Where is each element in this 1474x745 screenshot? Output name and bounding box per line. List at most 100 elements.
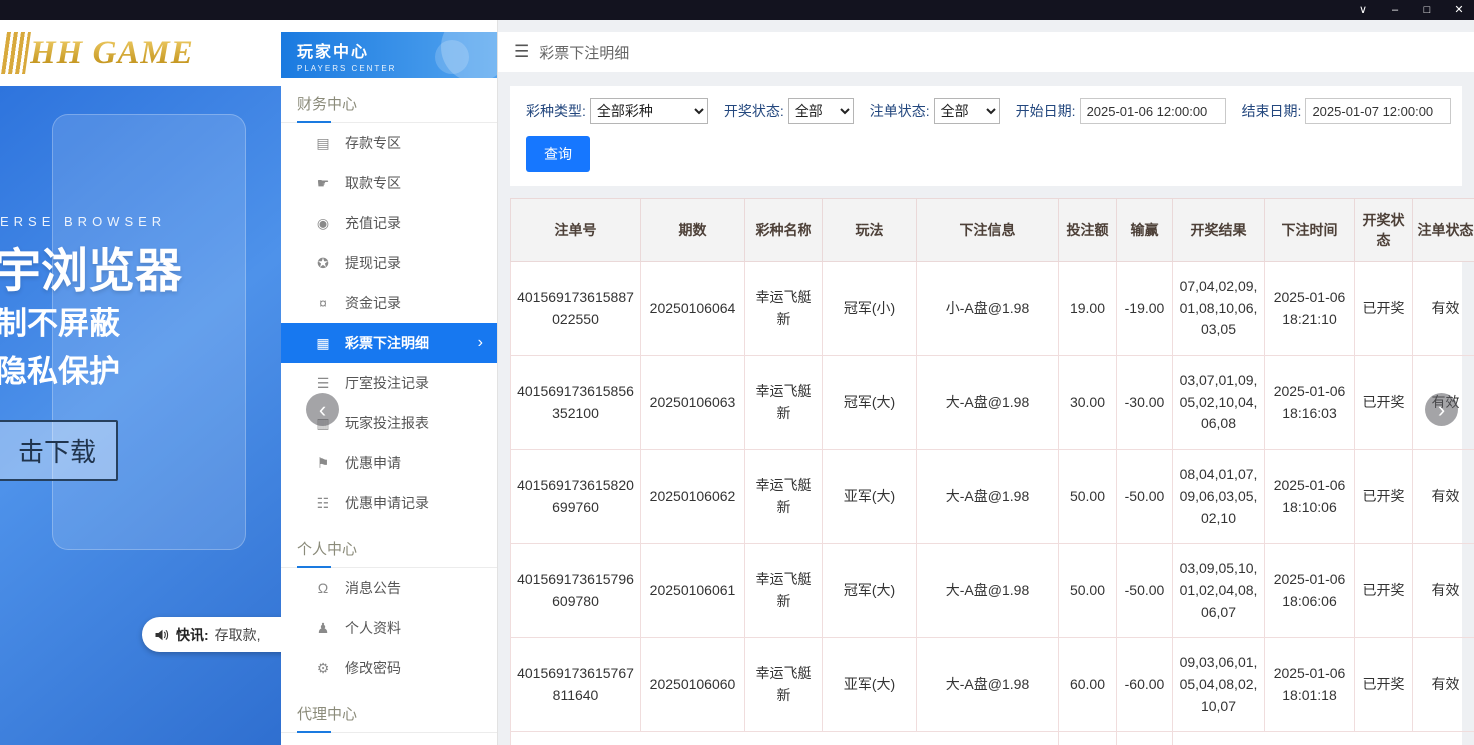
- table-cell: 大-A盘@1.98: [917, 356, 1059, 450]
- menu-icon[interactable]: ☰: [514, 42, 529, 62]
- column-header: 注单状态: [1413, 199, 1474, 262]
- start-date-label: 开始日期:: [1016, 101, 1076, 121]
- sidebar-section-title: 个人中心: [281, 523, 497, 568]
- funds-record-icon: ¤: [315, 295, 331, 311]
- sidebar-section-title: 代理中心: [281, 688, 497, 733]
- table-cell: 2025-01-06 18:10:06: [1265, 450, 1355, 544]
- column-header: 注单号: [511, 199, 641, 262]
- sidebar-item-充值记录[interactable]: ◉充值记录: [281, 203, 497, 243]
- table-cell: 小-A盘@1.98: [917, 262, 1059, 356]
- banner-line2: 隐私保护: [0, 346, 120, 391]
- main-header: ☰ 彩票下注明细: [498, 32, 1474, 72]
- table-cell: 2025-01-06 18:21:10: [1265, 262, 1355, 356]
- sidebar-item-修改密码[interactable]: ⚙修改密码: [281, 648, 497, 688]
- table-cell: 2025-01-06 18:16:03: [1265, 356, 1355, 450]
- column-header: 下注时间: [1265, 199, 1355, 262]
- minimize-button[interactable]: –: [1388, 5, 1402, 16]
- sidebar-item-消息公告[interactable]: Ω 消息公告: [281, 568, 497, 608]
- carousel-prev-button[interactable]: ‹: [306, 393, 339, 426]
- draw-status-select[interactable]: 全部: [788, 98, 854, 124]
- gear-icon: ⚙: [315, 660, 331, 677]
- table-cell: 03,07,01,09,05,02,10,04,06,08: [1173, 356, 1265, 450]
- table-cell: -60.00: [1117, 638, 1173, 732]
- maximize-button[interactable]: □: [1420, 5, 1434, 16]
- chevron-down-icon[interactable]: ∨: [1356, 5, 1370, 16]
- draw-status-label: 开奖状态:: [724, 101, 784, 121]
- promo-apply-record-icon: ☷: [315, 495, 331, 512]
- table-body: 40156917361588702255020250106064幸运飞艇新冠军(…: [511, 262, 1474, 745]
- table-cell: 401569173615820699760: [511, 450, 641, 544]
- summary-cell: 当前页统计: [511, 732, 1059, 745]
- table-cell: 有效: [1413, 262, 1474, 356]
- lottery-type-select[interactable]: 全部彩种: [590, 98, 708, 124]
- brand-logo: HH GAME: [30, 35, 194, 72]
- sidebar-item-提现记录[interactable]: ✪提现记录: [281, 243, 497, 283]
- search-button[interactable]: 查询: [526, 136, 590, 172]
- bell-icon: Ω: [315, 580, 331, 596]
- promo-banner: ERSE BROWSER 宇浏览器 制不屏蔽 隐私保护 击下载 快讯: 存取款,: [0, 86, 281, 745]
- table-cell: 幸运飞艇新: [745, 262, 823, 356]
- main-content: ☰ 彩票下注明细 彩种类型: 全部彩种 开奖状态: 全部: [498, 20, 1474, 745]
- table-cell: 07,04,02,09,01,08,10,06,03,05: [1173, 262, 1265, 356]
- column-header: 下注信息: [917, 199, 1059, 262]
- order-status-select[interactable]: 全部: [934, 98, 1000, 124]
- sidebar-item-彩票下注明细[interactable]: ▦彩票下注明细›: [281, 323, 497, 363]
- banner-line1: 制不屏蔽: [0, 298, 120, 343]
- sidebar-item-label: 彩票下注明细: [345, 333, 429, 353]
- table-cell: 401569173615767811640: [511, 638, 641, 732]
- table-cell: 已开奖: [1355, 544, 1413, 638]
- carousel-next-button[interactable]: ›: [1425, 393, 1458, 426]
- column-header: 玩法: [823, 199, 917, 262]
- sidebar-item-label: 消息公告: [345, 578, 401, 598]
- window-titlebar: ∨ – □ ✕: [0, 0, 1474, 20]
- sidebar-item-资金记录[interactable]: ¤ 资金记录: [281, 283, 497, 323]
- speaker-icon: [154, 627, 170, 643]
- table-panel: 注单号期数彩种名称玩法下注信息投注额输赢开奖结果下注时间开奖状态注单状态 401…: [510, 198, 1462, 745]
- summary-cell: [1173, 732, 1474, 745]
- sidebar-item-label: 存款专区: [345, 133, 401, 153]
- sidebar-item-label: 厅室投注记录: [345, 373, 429, 393]
- sidebar-item-存款专区[interactable]: ▤存款专区: [281, 123, 497, 163]
- table-cell: 401569173615856352100: [511, 356, 641, 450]
- sidebar-item-取款专区[interactable]: ☛取款专区: [281, 163, 497, 203]
- column-header: 开奖结果: [1173, 199, 1265, 262]
- table-cell: 幸运飞艇新: [745, 638, 823, 732]
- summary-cell: 209.00: [1059, 732, 1117, 745]
- table-cell: 已开奖: [1355, 450, 1413, 544]
- sidebar-item-优惠申请[interactable]: ⚑优惠申请: [281, 443, 497, 483]
- table-cell: 冠军(小): [823, 262, 917, 356]
- user-icon: ♟: [315, 620, 331, 637]
- table-cell: 有效: [1413, 450, 1474, 544]
- end-date-label: 结束日期:: [1242, 101, 1302, 121]
- table-cell: 已开奖: [1355, 356, 1413, 450]
- download-button[interactable]: 击下载: [0, 420, 118, 481]
- logo-area: HH GAME: [0, 20, 281, 86]
- table-cell: 20250106060: [641, 638, 745, 732]
- sidebar-header: 玩家中心 PLAYERS CENTER: [281, 32, 497, 78]
- table-cell: -50.00: [1117, 544, 1173, 638]
- table-cell: 幸运飞艇新: [745, 544, 823, 638]
- table-cell: -30.00: [1117, 356, 1173, 450]
- hall-bet-record-icon: ☰: [315, 375, 331, 392]
- news-ticker: 快讯: 存取款,: [142, 617, 281, 652]
- table-cell: 有效: [1413, 638, 1474, 732]
- sidebar-section-title: 财务中心: [281, 78, 497, 123]
- table-cell: 2025-01-06 18:06:06: [1265, 544, 1355, 638]
- sidebar-item-label: 充值记录: [345, 213, 401, 233]
- table-cell: 50.00: [1059, 450, 1117, 544]
- table-cell: 20250106063: [641, 356, 745, 450]
- table-cell: 09,03,06,01,05,04,08,02,10,07: [1173, 638, 1265, 732]
- sidebar-item-label: 资金记录: [345, 293, 401, 313]
- start-date-input[interactable]: [1080, 98, 1226, 124]
- ticker-label: 快讯:: [176, 625, 209, 645]
- table-cell: 20250106062: [641, 450, 745, 544]
- table-cell: 大-A盘@1.98: [917, 544, 1059, 638]
- table-cell: 19.00: [1059, 262, 1117, 356]
- close-button[interactable]: ✕: [1452, 5, 1466, 16]
- column-header: 期数: [641, 199, 745, 262]
- withdraw-icon: ☛: [315, 175, 331, 192]
- sidebar-item-优惠申请记录[interactable]: ☷优惠申请记录: [281, 483, 497, 523]
- end-date-input[interactable]: [1305, 98, 1451, 124]
- sidebar-item-个人资料[interactable]: ♟个人资料: [281, 608, 497, 648]
- column-header: 开奖状态: [1355, 199, 1413, 262]
